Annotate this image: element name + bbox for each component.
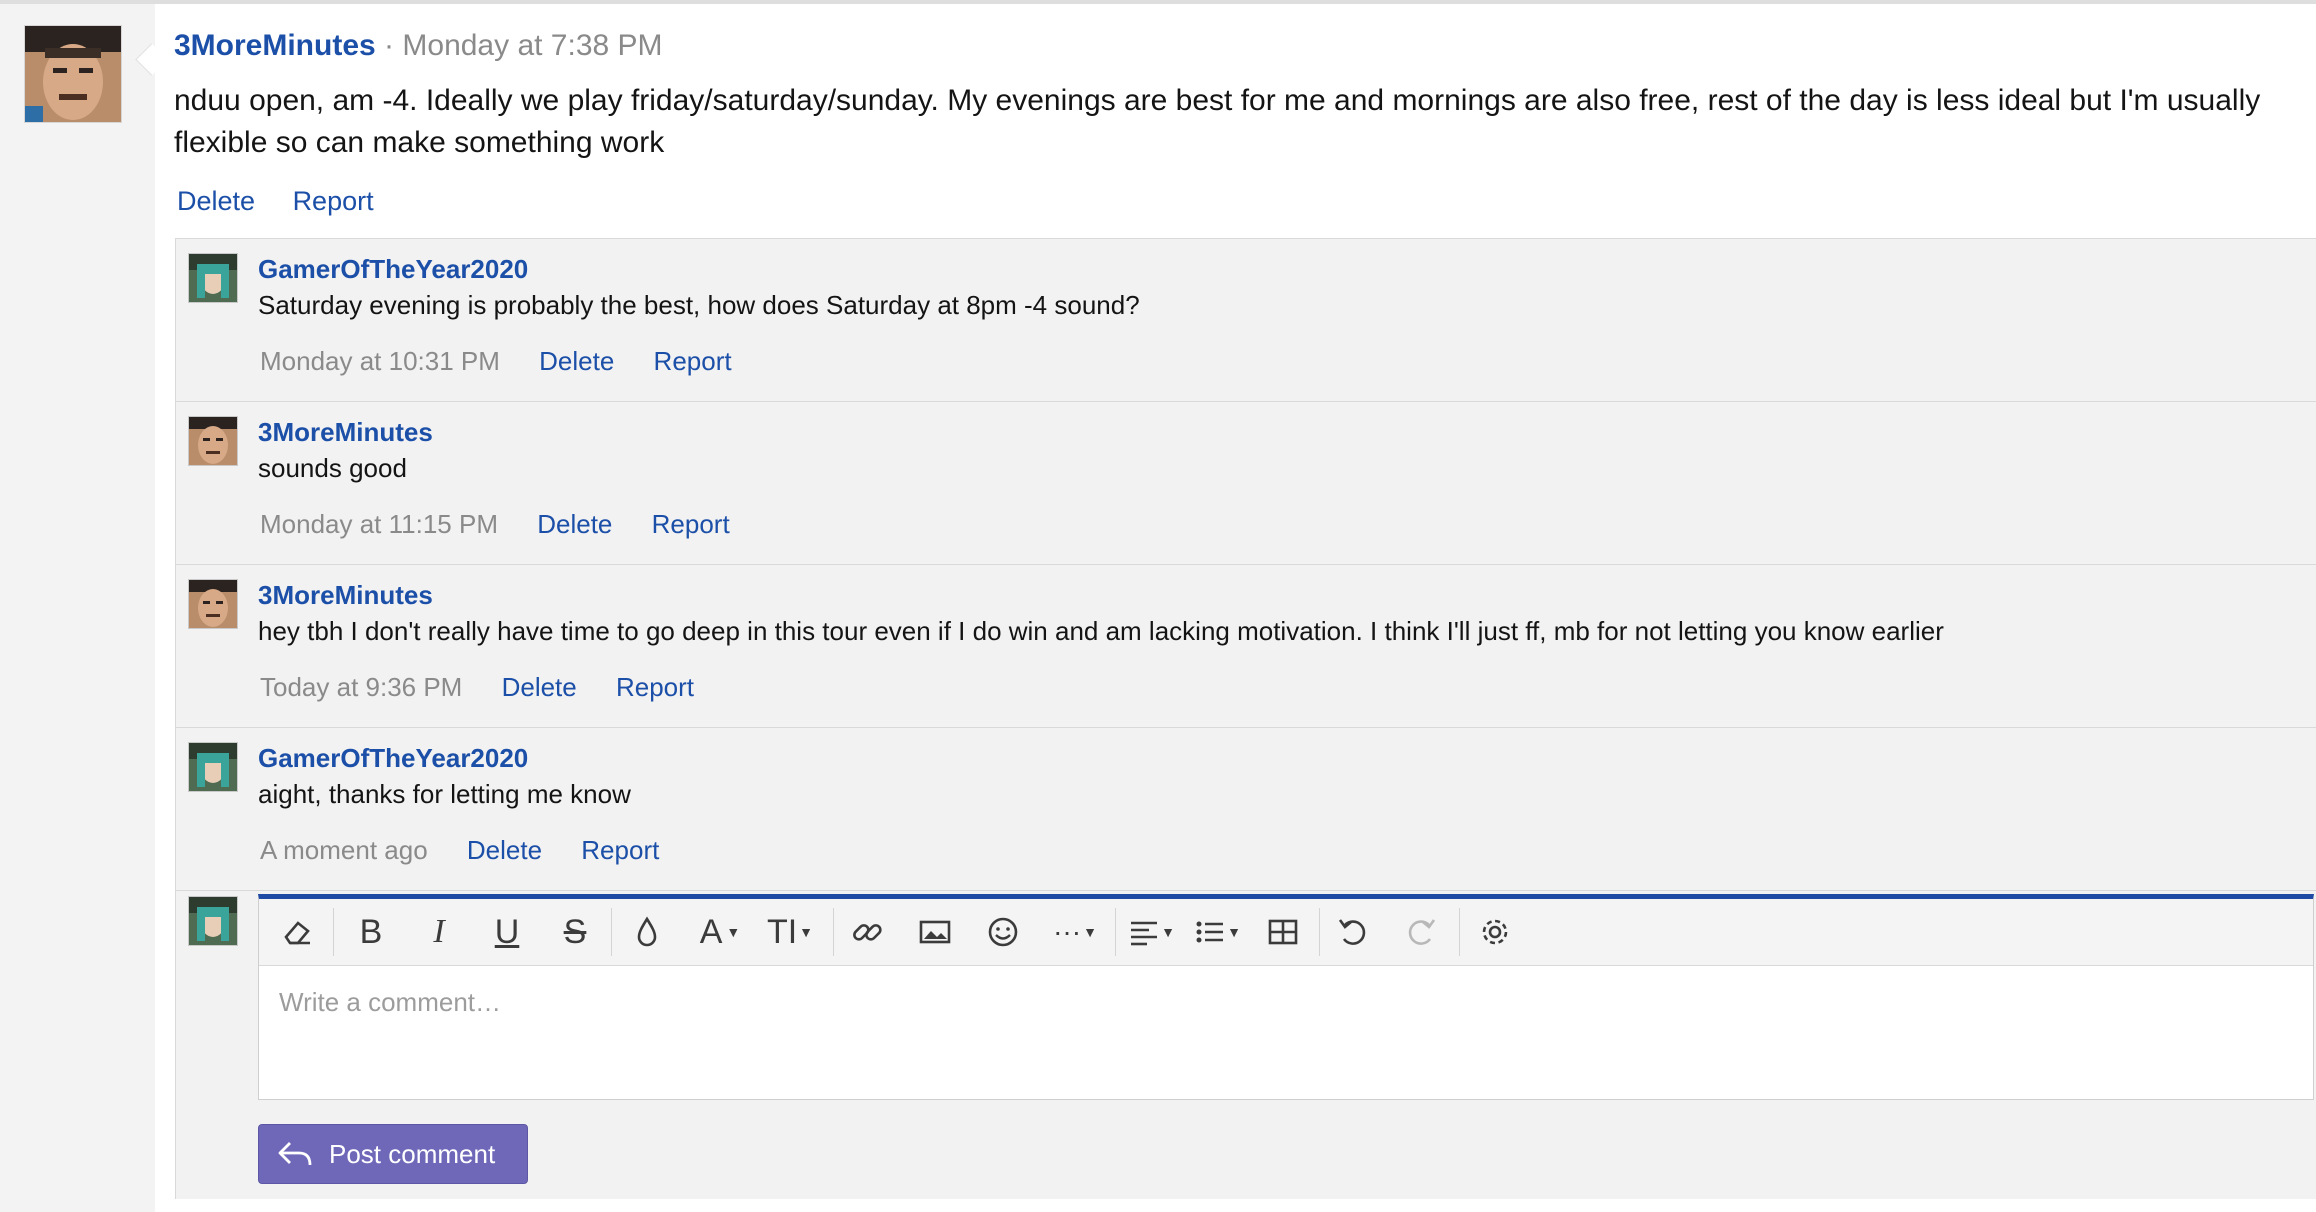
comment-meta: Monday at 11:15 PM Delete Report [260,508,762,540]
underline-glyph: U [494,913,520,951]
settings-icon[interactable] [1471,908,1519,956]
undo-icon[interactable] [1329,908,1377,956]
report-comment-link[interactable]: Report [652,509,730,539]
comment: GamerOfTheYear2020 aight, thanks for let… [176,728,2316,891]
comment-author[interactable]: 3MoreMinutes [258,579,433,611]
image-icon[interactable] [911,908,959,956]
link-icon[interactable] [843,908,891,956]
comment-composer: B I U S A ▼ TI ▼ ··· ▼ ▼ ▼ Write a comme… [176,894,2316,1199]
comment: GamerOfTheYear2020 Saturday evening is p… [176,239,2316,402]
toolbar-divider [333,908,334,956]
report-comment-link[interactable]: Report [654,346,732,376]
italic-icon[interactable]: I [415,908,463,956]
report-comment-link[interactable]: Report [616,672,694,702]
comment-input[interactable]: Write a comment… [279,987,501,1018]
size-glyph: TI [766,913,798,951]
emoji-icon[interactable] [979,908,1027,956]
comment-author[interactable]: 3MoreMinutes [258,416,433,448]
editor-toolbar: B I U S A ▼ TI ▼ ··· ▼ ▼ ▼ [259,899,2313,966]
header-separator: · [384,29,395,62]
left-rail [0,4,155,1212]
font-family-icon[interactable]: A ▼ [691,908,749,956]
text-color-icon[interactable] [623,908,671,956]
table-icon[interactable] [1259,908,1307,956]
comment-meta: Today at 9:36 PM Delete Report [260,671,726,703]
avatar[interactable] [188,253,238,303]
comment-text: aight, thanks for letting me know [258,779,631,809]
font-glyph: A [699,913,723,951]
comment-author[interactable]: GamerOfTheYear2020 [258,253,528,285]
delete-comment-link[interactable]: Delete [502,672,577,702]
bold-glyph: B [359,913,383,951]
align-icon[interactable]: ▼ [1123,908,1181,956]
post-timestamp[interactable]: Monday at 7:38 PM [402,29,662,62]
post-comment-button[interactable]: Post comment [258,1124,528,1184]
comment-text: sounds good [258,453,407,483]
toolbar-divider [1319,908,1320,956]
post-header: 3MoreMinutes · Monday at 7:38 PM [174,28,663,64]
comments-section: GamerOfTheYear2020 Saturday evening is p… [175,238,2316,1199]
more-icon[interactable]: ··· ▼ [1045,908,1105,956]
delete-comment-link[interactable]: Delete [539,346,614,376]
post-comment-label: Post comment [329,1138,496,1169]
avatar[interactable] [24,25,122,123]
more-glyph: ··· [1053,916,1082,947]
post-body: nduu open, am -4. Ideally we play friday… [174,84,2261,159]
delete-comment-link[interactable]: Delete [537,509,612,539]
avatar[interactable] [188,416,238,466]
strikethrough-icon[interactable]: S [551,908,599,956]
bold-icon[interactable]: B [347,908,395,956]
font-size-icon[interactable]: TI ▼ [759,908,821,956]
comment-meta: A moment ago Delete Report [260,834,691,866]
comment-author[interactable]: GamerOfTheYear2020 [258,742,528,774]
comment-timestamp[interactable]: Today at 9:36 PM [260,672,462,702]
underline-icon[interactable]: U [483,908,531,956]
strike-glyph: S [563,913,587,951]
toolbar-divider [1459,908,1460,956]
comment: 3MoreMinutes sounds good Monday at 11:15… [176,402,2316,565]
rich-text-editor: B I U S A ▼ TI ▼ ··· ▼ ▼ ▼ Write a comme… [258,894,2314,1100]
post-actions: Delete Report [177,184,404,218]
eraser-icon[interactable] [273,908,321,956]
toolbar-divider [1115,908,1116,956]
list-icon[interactable]: ▼ [1189,908,1247,956]
delete-comment-link[interactable]: Delete [467,835,542,865]
comment: 3MoreMinutes hey tbh I don't really have… [176,565,2316,728]
comment-text: Saturday evening is probably the best, h… [258,290,1140,320]
report-comment-link[interactable]: Report [581,835,659,865]
avatar [188,896,238,946]
post-author[interactable]: 3MoreMinutes [174,29,376,62]
italic-glyph: I [433,913,445,950]
comment-timestamp[interactable]: Monday at 10:31 PM [260,346,500,376]
reply-icon [278,1142,312,1166]
report-post-link[interactable]: Report [293,186,374,216]
redo-icon[interactable] [1397,908,1445,956]
comment-meta: Monday at 10:31 PM Delete Report [260,345,764,377]
toolbar-divider [833,908,834,956]
delete-post-link[interactable]: Delete [177,186,255,216]
toolbar-divider [611,908,612,956]
avatar[interactable] [188,579,238,629]
comment-text: hey tbh I don't really have time to go d… [258,616,1944,646]
comment-timestamp[interactable]: Monday at 11:15 PM [260,509,498,539]
comment-timestamp[interactable]: A moment ago [260,835,428,865]
avatar[interactable] [188,742,238,792]
